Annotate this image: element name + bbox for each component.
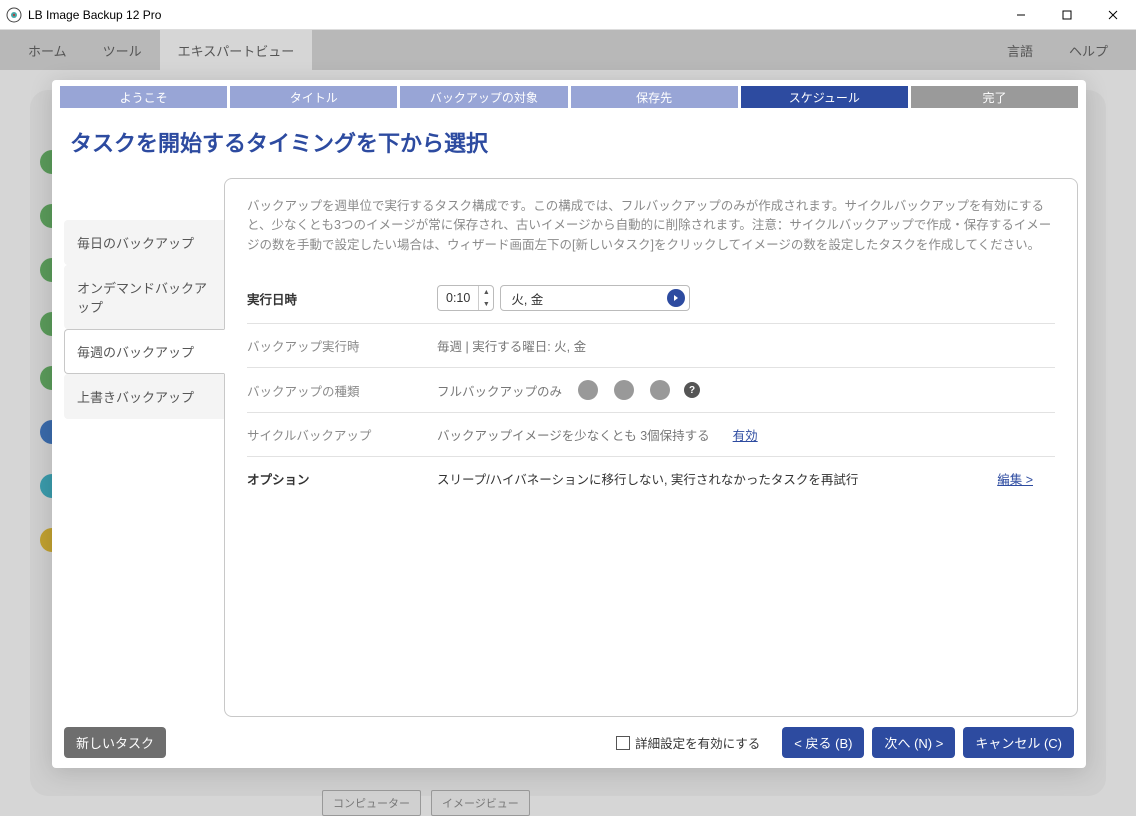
step-destination[interactable]: 保存先 [571, 86, 738, 108]
label-option: オプション [247, 469, 437, 488]
close-button[interactable] [1090, 0, 1136, 30]
window-controls [998, 0, 1136, 29]
maximize-button[interactable] [1044, 0, 1090, 30]
cycle-enable-link[interactable]: 有効 [733, 425, 758, 444]
new-task-button[interactable]: 新しいタスク [64, 727, 166, 758]
value-cycle-backup: バックアップイメージを少なくとも 3個保持する [437, 425, 710, 444]
bg-menu-lang: 言語 [989, 30, 1051, 70]
type-dot-3 [650, 380, 670, 400]
step-target[interactable]: バックアップの対象 [400, 86, 567, 108]
type-dot-1 [578, 380, 598, 400]
value-exec-when: 毎週 | 実行する曜日: 火, 金 [437, 336, 1055, 355]
type-dot-2 [614, 380, 634, 400]
content-panel: バックアップを週単位で実行するタスク構成です。この構成では、フルバックアップのみ… [224, 178, 1078, 717]
label-exec-when: バックアップ実行時 [247, 336, 437, 355]
bg-menu-tool: ツール [85, 30, 160, 70]
row-backup-type: バックアップの種類 フルバックアップのみ ? [247, 368, 1055, 413]
day-selector[interactable]: 火, 金 [500, 285, 690, 311]
step-welcome[interactable]: ようこそ [60, 86, 227, 108]
edit-link[interactable]: 編集 > [997, 469, 1033, 488]
window-title: LB Image Backup 12 Pro [28, 8, 161, 22]
titlebar: LB Image Backup 12 Pro [0, 0, 1136, 30]
time-spin-up[interactable]: ▲ [479, 286, 493, 298]
step-schedule[interactable]: スケジュール [741, 86, 908, 108]
wizard-footer: 新しいタスク 詳細設定を有効にする < 戻る (B) 次へ (N) > キャンセ… [60, 717, 1078, 758]
bg-menu-home: ホーム [10, 30, 85, 70]
side-tab-overwrite[interactable]: 上書きバックアップ [64, 374, 224, 419]
next-button[interactable]: 次へ (N) > [872, 727, 955, 758]
help-icon[interactable]: ? [684, 382, 700, 398]
advanced-label: 詳細設定を有効にする [635, 733, 760, 752]
step-tabs: ようこそ タイトル バックアップの対象 保存先 スケジュール 完了 [60, 86, 1078, 108]
value-backup-type: フルバックアップのみ [437, 381, 562, 400]
label-run-time: 実行日時 [247, 289, 437, 308]
bg-btn-computer: コンピューター [322, 790, 421, 816]
row-run-time: 実行日時 0:10 ▲ ▼ 火, 金 [247, 273, 1055, 324]
side-tabs: 毎日のバックアップ オンデマンドバックアップ 毎週のバックアップ 上書きバックア… [64, 178, 224, 717]
side-tab-ondemand[interactable]: オンデマンドバックアップ [64, 265, 224, 329]
wizard-dialog: ようこそ タイトル バックアップの対象 保存先 スケジュール 完了 タスクを開始… [52, 80, 1086, 768]
minimize-button[interactable] [998, 0, 1044, 30]
checkbox-icon [616, 736, 630, 750]
app-icon [6, 7, 22, 23]
row-option: オプション スリープ/ハイバネーションに移行しない, 実行されなかったタスクを再… [247, 457, 1055, 500]
bg-menu-help: ヘルプ [1051, 30, 1126, 70]
advanced-checkbox[interactable]: 詳細設定を有効にする [616, 733, 760, 752]
row-exec-when: バックアップ実行時 毎週 | 実行する曜日: 火, 金 [247, 324, 1055, 368]
value-option: スリープ/ハイバネーションに移行しない, 実行されなかったタスクを再試行 [437, 469, 858, 488]
bg-btn-image: イメージビュー [431, 790, 530, 816]
back-button[interactable]: < 戻る (B) [782, 727, 864, 758]
wizard-heading: タスクを開始するタイミングを下から選択 [60, 120, 1078, 178]
label-backup-type: バックアップの種類 [247, 381, 437, 400]
row-cycle-backup: サイクルバックアップ バックアップイメージを少なくとも 3個保持する 有効 [247, 413, 1055, 457]
step-done[interactable]: 完了 [911, 86, 1078, 108]
label-cycle-backup: サイクルバックアップ [247, 425, 437, 444]
time-spin-down[interactable]: ▼ [479, 298, 493, 310]
side-tab-weekly[interactable]: 毎週のバックアップ [64, 329, 225, 374]
day-value: 火, 金 [511, 289, 667, 308]
time-value: 0:10 [438, 291, 478, 305]
arrow-right-icon [667, 289, 685, 307]
bg-menu-expert: エキスパートビュー [160, 30, 313, 70]
side-tab-daily[interactable]: 毎日のバックアップ [64, 220, 224, 265]
time-input[interactable]: 0:10 ▲ ▼ [437, 285, 494, 311]
step-title[interactable]: タイトル [230, 86, 397, 108]
description-text: バックアップを週単位で実行するタスク構成です。この構成では、フルバックアップのみ… [247, 197, 1055, 255]
cancel-button[interactable]: キャンセル (C) [963, 727, 1074, 758]
